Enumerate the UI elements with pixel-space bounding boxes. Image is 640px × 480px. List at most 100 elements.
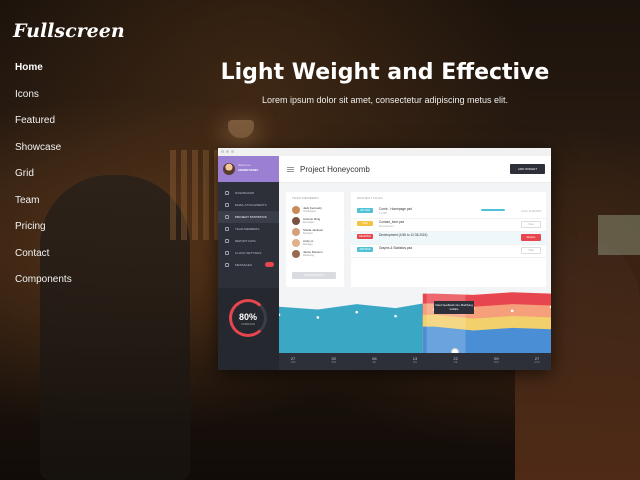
chart-point xyxy=(394,314,397,318)
table-row[interactable]: PSD Contact_form.psd Development View xyxy=(351,219,546,232)
view-contacts-button[interactable]: VIEW CONTACTS xyxy=(292,272,336,279)
avatar xyxy=(292,217,300,225)
x-tick-sublabel: JUL xyxy=(372,361,377,364)
mockup-content: TEAM MEMBERS Jack Kennedy UI Designer Ant… xyxy=(279,183,551,287)
file-name: Graphs & Statistics.psd xyxy=(379,246,413,250)
file-meta: 1.2 MB xyxy=(379,212,387,215)
gauge-label: COMPLETE xyxy=(241,323,255,326)
background-window xyxy=(598,215,640,255)
nav-item-featured[interactable]: Featured xyxy=(15,115,72,142)
sidebar-item-messages[interactable]: MESSAGES xyxy=(218,259,279,271)
contact-role: Designer xyxy=(303,232,314,235)
dashboard-icon xyxy=(225,191,229,195)
sidebar-item-label: TEAM MEMBERS xyxy=(235,227,260,231)
nav-item-pricing[interactable]: Pricing xyxy=(15,221,72,248)
sidebar-item-label: MESSAGES xyxy=(235,263,252,267)
x-tick-label: 27 JUN xyxy=(283,356,303,364)
x-tick-label: 27 AUG xyxy=(527,356,547,364)
sidebar-item-cloud[interactable]: CLOUD SETTINGS xyxy=(218,247,279,259)
contact-role: Manager xyxy=(303,243,313,246)
hero-title: Light Weight and Effective xyxy=(220,60,550,85)
contacts-card: TEAM MEMBERS Jack Kennedy UI Designer Ant… xyxy=(286,192,344,287)
card-heading: TEAM MEMBERS xyxy=(292,196,319,200)
sidebar-item-attachments[interactable]: EMAIL ATTACHMENTS xyxy=(218,199,279,211)
file-meta: Development xyxy=(379,225,394,228)
file-name: Contact_form.psd xyxy=(379,220,405,224)
stats-icon xyxy=(225,215,229,219)
sidebar-item-label: REPORT DATA xyxy=(235,239,256,243)
view-button[interactable]: View xyxy=(521,247,541,254)
files-list: UPLOAD Comb - Homepage.psd 1.2 MB Comb 1… xyxy=(351,206,546,258)
nav-item-home[interactable]: Home xyxy=(15,62,72,89)
nav-item-contact[interactable]: Contact xyxy=(15,248,72,275)
chart-highlight xyxy=(426,287,466,353)
avatar xyxy=(292,206,300,214)
sidebar-item-statistics[interactable]: PROJECT STATISTICS xyxy=(218,211,279,223)
files-card: PROJECT FILES UPLOAD Comb - Homepage.psd… xyxy=(351,192,546,287)
table-row[interactable]: UPLOAD Comb - Homepage.psd 1.2 MB Comb 1… xyxy=(351,206,546,219)
x-tick-label: 22 JUL xyxy=(446,356,466,364)
brand-logo[interactable]: Fullscreen xyxy=(13,20,125,42)
view-button[interactable]: View xyxy=(521,221,541,228)
sidebar-user: Welcome ADMIN PANEL xyxy=(218,156,279,182)
mockup-topbar: Project Honeycomb ADD WIDGET xyxy=(279,156,551,183)
contact-role: UI Designer xyxy=(303,210,317,213)
status-badge: ARCHIVE xyxy=(357,247,373,252)
status-badge: UPLOAD xyxy=(357,208,373,213)
attachment-icon xyxy=(225,203,229,207)
nav-item-components[interactable]: Components xyxy=(15,274,72,301)
chart-point xyxy=(316,316,320,319)
x-tick-sublabel: JUL xyxy=(453,361,458,364)
x-tick-sublabel: JUL xyxy=(412,361,418,364)
user-icon xyxy=(225,227,229,231)
sidebar-item-label: DASHBOARD xyxy=(235,191,255,195)
sidebar-item-label: PROJECT STATISTICS xyxy=(235,215,267,219)
sidebar-item-report[interactable]: REPORT DATA xyxy=(218,235,279,247)
mockup-sidebar: Welcome ADMIN PANEL DASHBOARD EMAIL ATTA… xyxy=(218,156,279,370)
card-heading: PROJECT FILES xyxy=(357,196,383,200)
chart-point xyxy=(355,310,359,314)
project-title: Project Honeycomb xyxy=(300,165,370,174)
nav-item-grid[interactable]: Grid xyxy=(15,168,72,195)
area-chart[interactable] xyxy=(279,287,551,353)
add-widget-button[interactable]: ADD WIDGET xyxy=(510,164,545,174)
x-tick-sublabel: AUG xyxy=(493,361,499,364)
gauge-value: 80% xyxy=(238,312,257,322)
contact-role: Developer xyxy=(303,221,315,224)
status-badge: PSD xyxy=(357,221,373,226)
nav-item-showcase[interactable]: Showcase xyxy=(15,142,72,169)
sidebar-item-label: CLOUD SETTINGS xyxy=(235,251,262,255)
table-row[interactable]: DELETED Development (4:56 to 12.08.2015)… xyxy=(351,232,546,245)
file-name: Development (4:56 to 12.08.2015) xyxy=(379,233,428,237)
status-badge: DELETED xyxy=(357,234,373,239)
main-nav: Home Icons Featured Showcase Grid Team P… xyxy=(15,62,72,301)
window-dot xyxy=(221,150,224,153)
x-tick-sublabel: JUN xyxy=(331,361,336,364)
nav-item-icons[interactable]: Icons xyxy=(15,89,72,116)
chart-x-axis: 27 JUN 30 JUN 06 JUL 13 JUL 22 JUL 09 AUG 27 AUG xyxy=(279,353,551,370)
user-greeting: Welcome xyxy=(238,163,251,167)
x-tick-label: 06 JUL xyxy=(364,356,384,364)
x-tick-sublabel: JUN xyxy=(290,361,296,364)
message-badge xyxy=(265,262,274,267)
window-chrome xyxy=(218,148,551,156)
avatar xyxy=(292,228,300,236)
x-tick-sublabel: AUG xyxy=(534,361,540,364)
sidebar-item-team[interactable]: TEAM MEMBERS xyxy=(218,223,279,235)
x-tick-label: 09 AUG xyxy=(486,356,506,364)
chart-point xyxy=(510,309,514,313)
avatar xyxy=(292,239,300,247)
hamburger-icon[interactable] xyxy=(287,167,294,172)
nav-item-team[interactable]: Team xyxy=(15,195,72,222)
dashboard-mockup: Welcome ADMIN PANEL DASHBOARD EMAIL ATTA… xyxy=(218,148,551,370)
x-tick-label: 30 JUN xyxy=(324,356,344,364)
sidebar-item-dashboard[interactable]: DASHBOARD xyxy=(218,187,279,199)
hero-subtitle: Lorem ipsum dolor sit amet, consectetur … xyxy=(261,95,509,105)
restore-button[interactable]: Restore xyxy=(521,234,541,241)
window-dot xyxy=(226,150,229,153)
contact-role: Marketing xyxy=(303,254,314,257)
table-row[interactable]: ARCHIVE Graphs & Statistics.psd View xyxy=(351,245,546,258)
x-tick-label: 13 JUL xyxy=(405,356,425,364)
folder-icon xyxy=(225,251,229,255)
background-lamp xyxy=(228,120,254,138)
